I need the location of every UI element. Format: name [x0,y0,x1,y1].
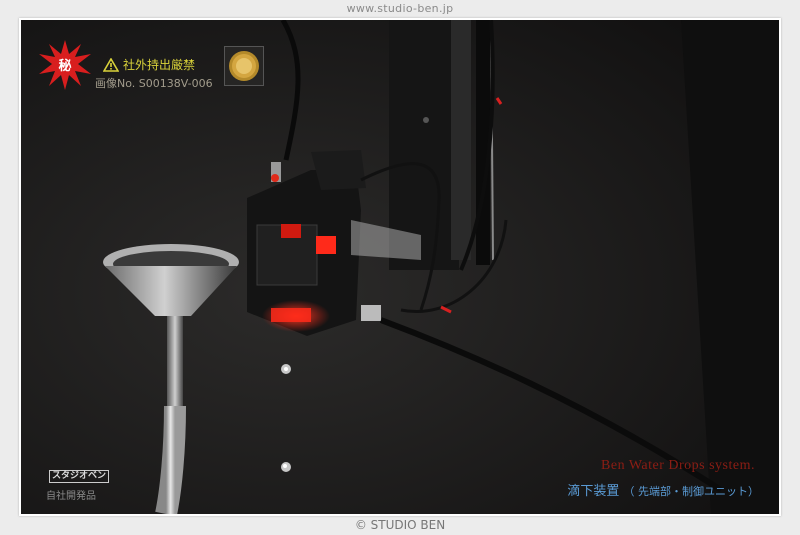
title-jp-sub: （ 先端部・制御ユニット） [623,485,760,498]
warning-text: 社外持出厳禁 [123,58,196,72]
photo-illustration [21,20,779,514]
site-url: www.studio-ben.jp [346,2,454,15]
image-number: 画像No. S00138V-006 [95,77,213,90]
title-japanese: 滴下装置 （ 先端部・制御ユニット） [567,480,759,499]
title-english: Ben Water Drops system. [601,458,755,473]
in-house-label: 自社開発品 [46,491,96,502]
product-photo: 秘 社外持出厳禁 画像No. S00138V-006 スタジオベン 自社開発品 … [21,20,779,514]
secret-seal-char: 秘 [58,58,71,74]
coin-icon [229,51,259,81]
warning-icon [103,57,119,72]
brand-logo: スタジオベン [49,470,110,483]
coin-badge [224,46,264,86]
warning-row: 社外持出厳禁 [103,56,195,73]
title-jp-main: 滴下装置 [567,484,620,499]
photo-frame: 秘 社外持出厳禁 画像No. S00138V-006 スタジオベン 自社開発品 … [19,18,781,516]
copyright: © STUDIO BEN [354,518,446,532]
secret-seal-icon: 秘 [39,40,91,90]
